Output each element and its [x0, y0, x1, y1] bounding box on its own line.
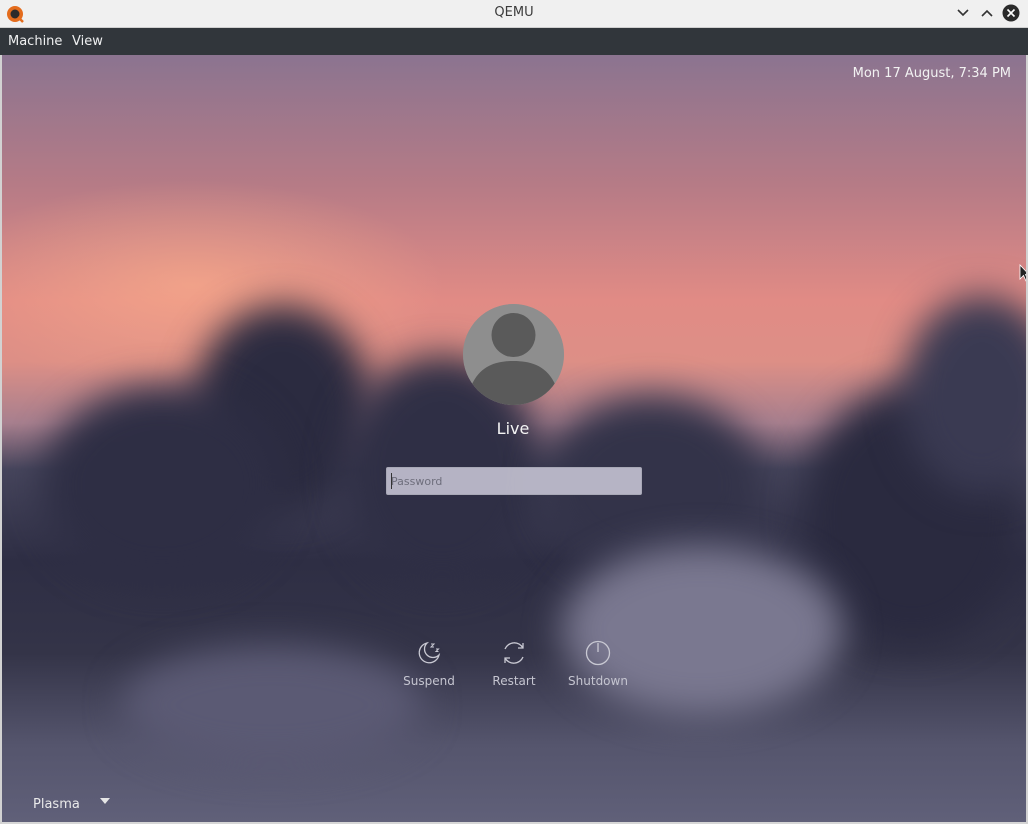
restart-icon	[504, 642, 524, 664]
lockscreen: Mon 17 August, 7:34 PM Live Suspend Rest…	[2, 55, 1026, 822]
restart-label: Restart	[492, 674, 536, 688]
suspend-icon	[418, 641, 441, 664]
suspend-label: Suspend	[403, 674, 455, 688]
user-name-label: Live	[496, 419, 530, 438]
suspend-button[interactable]: Suspend	[389, 640, 469, 688]
close-circle-icon[interactable]	[1002, 4, 1020, 22]
session-selector[interactable]: Plasma	[33, 793, 110, 812]
water-reflection	[562, 545, 842, 715]
restart-button[interactable]: Restart	[474, 640, 554, 688]
chevron-down-icon[interactable]	[954, 4, 972, 22]
background-tree-silhouette	[42, 385, 282, 585]
chevron-up-icon[interactable]	[978, 4, 996, 22]
user-avatar-icon	[463, 304, 564, 405]
text-caret	[391, 473, 392, 489]
shutdown-label: Shutdown	[568, 674, 628, 688]
menubar: Machine View	[0, 28, 1028, 55]
shutdown-icon	[585, 640, 611, 666]
menu-view[interactable]: View	[72, 34, 103, 49]
window-frame-left	[0, 55, 2, 824]
window-title: QEMU	[494, 5, 534, 20]
menu-machine[interactable]: Machine	[8, 34, 62, 49]
session-label: Plasma	[33, 797, 80, 812]
water-reflection	[122, 645, 422, 765]
clock-label: Mon 17 August, 7:34 PM	[852, 66, 1011, 81]
mouse-cursor-icon	[1019, 264, 1026, 282]
dropdown-arrow-icon	[100, 798, 110, 804]
shutdown-button[interactable]: Shutdown	[558, 640, 638, 688]
window-titlebar: QEMU	[0, 0, 1028, 28]
password-input[interactable]	[386, 467, 642, 495]
